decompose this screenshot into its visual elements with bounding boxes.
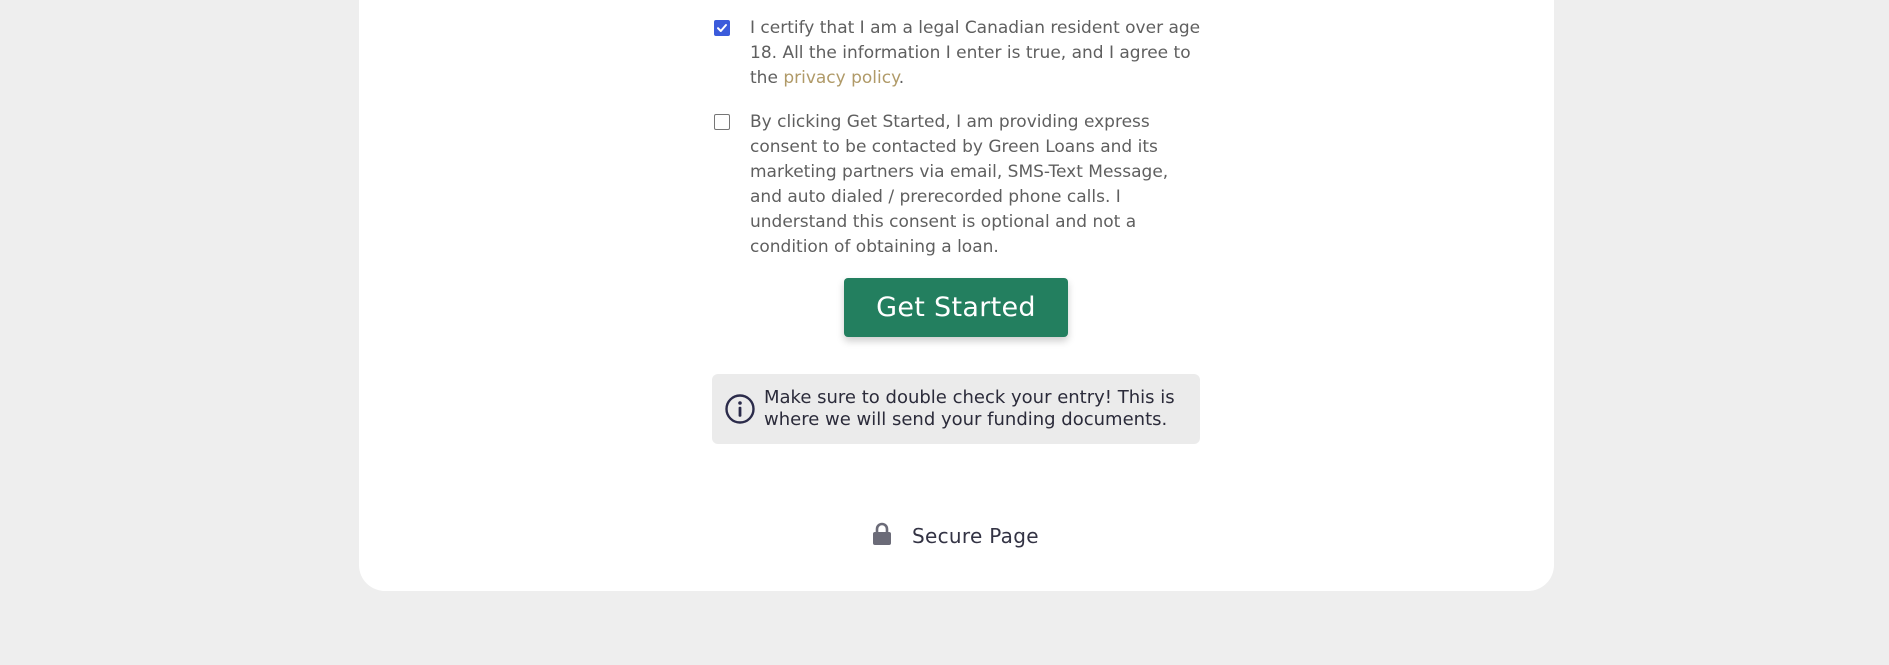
contact-consent-checkbox[interactable]	[714, 114, 730, 130]
certify-checkbox[interactable]	[714, 20, 730, 36]
consent-contact: By clicking Get Started, I am providing …	[714, 110, 1204, 260]
checkmark-icon	[717, 24, 727, 32]
secure-page-indicator: Secure Page	[872, 522, 1039, 550]
consent-certify: I certify that I am a legal Canadian res…	[714, 16, 1204, 91]
lock-icon	[872, 522, 892, 550]
notice-text: Make sure to double check your entry! Th…	[764, 387, 1175, 430]
privacy-policy-link[interactable]: privacy policy	[783, 68, 898, 88]
info-icon	[724, 393, 756, 425]
get-started-button[interactable]: Get Started	[844, 278, 1068, 337]
contact-consent-text: By clicking Get Started, I am providing …	[750, 112, 1169, 257]
certify-text-after: .	[898, 68, 905, 88]
certify-text: I certify that I am a legal Canadian res…	[750, 16, 1204, 91]
secure-page-label: Secure Page	[912, 524, 1039, 548]
notice-box: Make sure to double check your entry! Th…	[712, 374, 1200, 444]
